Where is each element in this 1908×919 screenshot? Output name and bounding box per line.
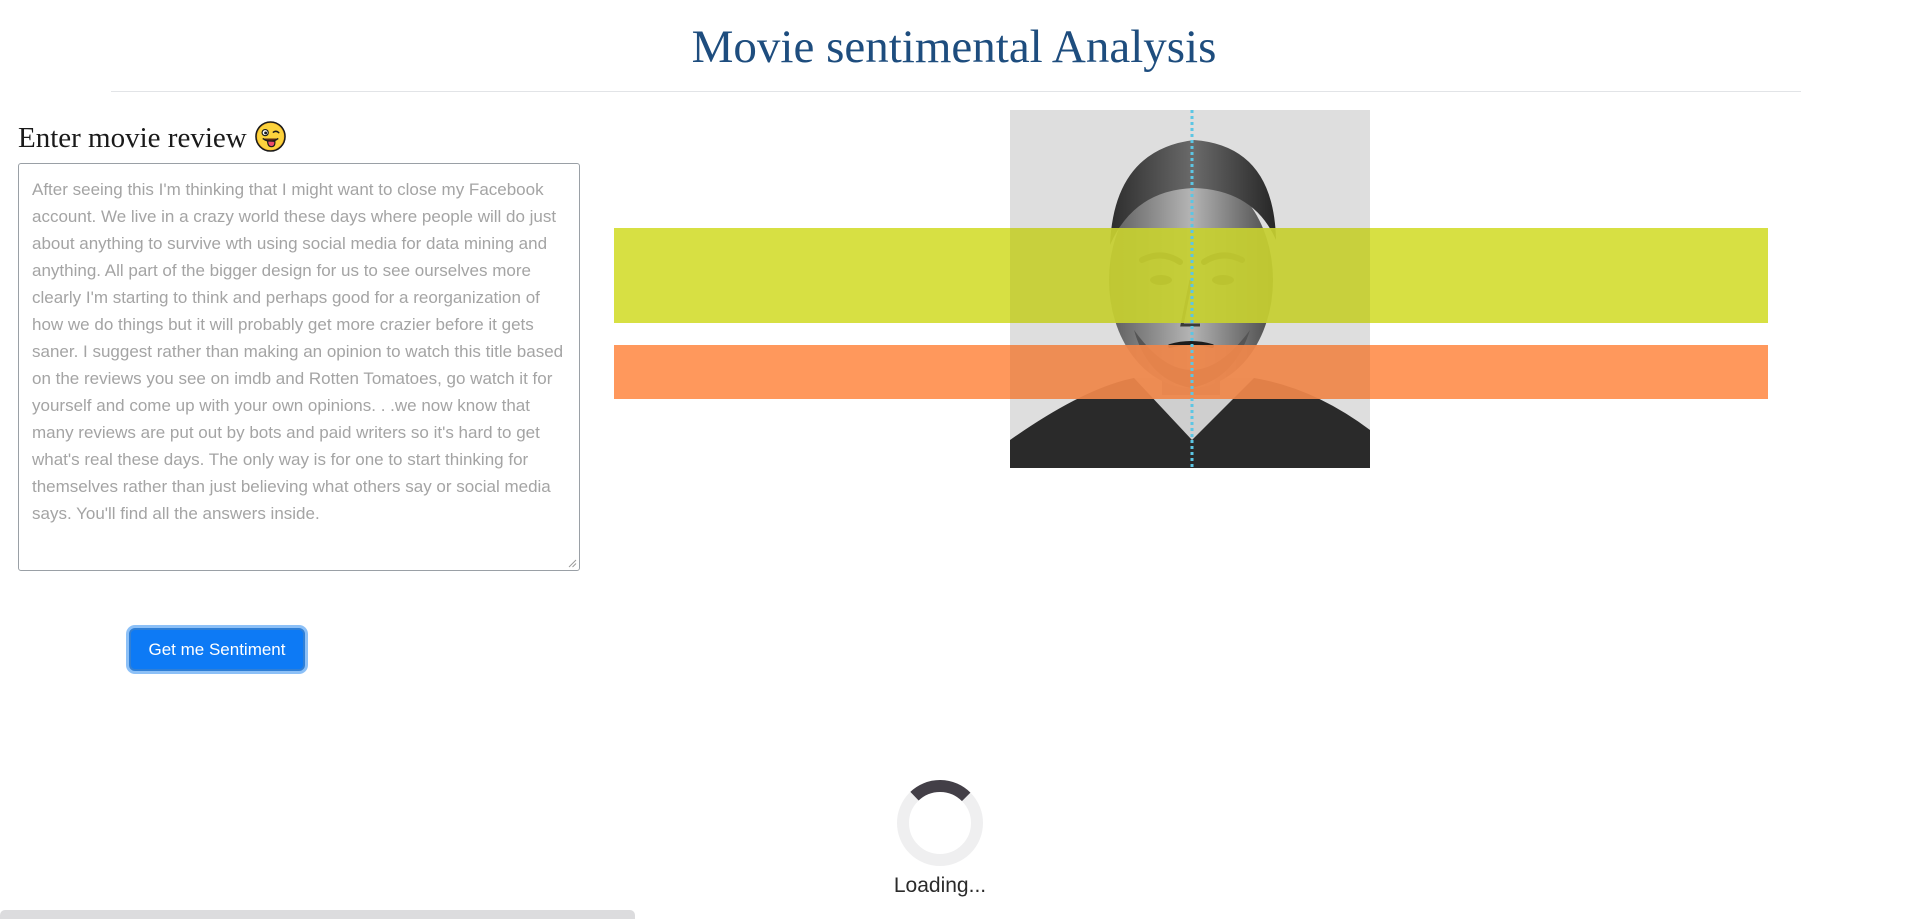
loading-spinner-icon bbox=[897, 780, 983, 866]
hero-illustration bbox=[614, 110, 1768, 468]
horizontal-scrollbar[interactable] bbox=[0, 910, 635, 919]
review-placeholder-text: After seeing this I'm thinking that I mi… bbox=[32, 180, 564, 523]
loading-text: Loading... bbox=[893, 874, 987, 897]
title-divider bbox=[111, 91, 1801, 92]
resize-handle-icon[interactable] bbox=[567, 558, 577, 568]
winking-face-with-tongue-icon bbox=[254, 121, 286, 152]
page-title: Movie sentimental Analysis bbox=[691, 21, 1217, 73]
get-sentiment-button[interactable]: Get me Sentiment bbox=[129, 628, 305, 671]
review-heading: Enter movie review bbox=[18, 118, 286, 158]
review-heading-label: Enter movie review bbox=[18, 122, 247, 154]
review-textarea[interactable]: After seeing this I'm thinking that I mi… bbox=[18, 163, 580, 571]
